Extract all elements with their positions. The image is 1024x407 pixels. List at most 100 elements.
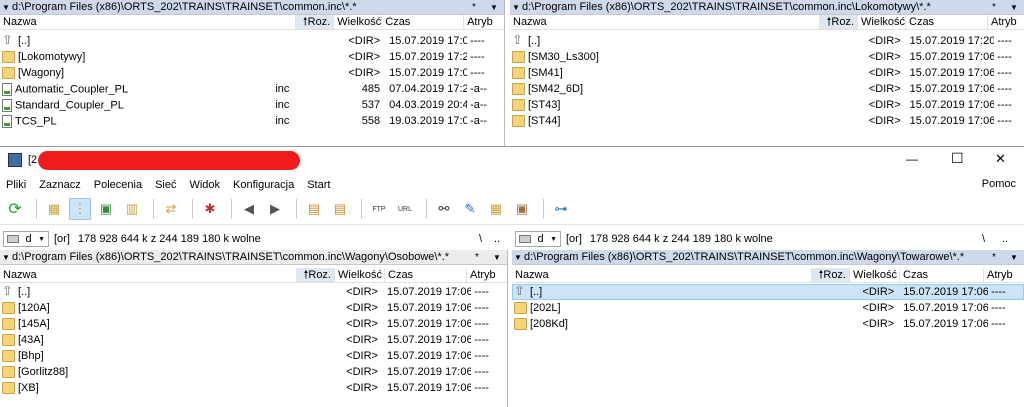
col-size[interactable]: Wielkość [858, 15, 906, 29]
col-ext[interactable]: 🠕Roz. [297, 268, 335, 282]
file-row[interactable]: [SM30_Ls300] <DIR> 15.07.2019 17:06 ---- [510, 49, 1024, 65]
history-dropdown-button[interactable]: ▼ [487, 253, 507, 262]
file-row[interactable]: [XB] <DIR> 15.07.2019 17:06 ---- [0, 380, 507, 396]
file-row[interactable]: [145A] <DIR> 15.07.2019 17:06 ---- [0, 316, 507, 332]
file-row[interactable]: [43A] <DIR> 15.07.2019 17:06 ---- [0, 332, 507, 348]
file-row[interactable]: [202L] <DIR> 15.07.2019 17:06 ---- [512, 300, 1024, 316]
sync-dirs-icon[interactable]: ▦ [485, 198, 507, 220]
drive-label: [or] [566, 233, 582, 245]
file-row[interactable]: [208Kd] <DIR> 15.07.2019 17:06 ---- [512, 316, 1024, 332]
parent-button[interactable]: .. [1002, 233, 1008, 245]
path-arrow-icon: ▼ [512, 2, 520, 12]
forward-arrow-icon[interactable]: ▶ [264, 198, 286, 220]
file-row[interactable]: [ST43] <DIR> 15.07.2019 17:06 ---- [510, 97, 1024, 113]
col-date[interactable]: Czas [900, 268, 984, 282]
file-row[interactable]: [Gorlitz88] <DIR> 15.07.2019 17:06 ---- [0, 364, 507, 380]
file-row[interactable]: [120A] <DIR> 15.07.2019 17:06 ---- [0, 300, 507, 316]
title-bar[interactable]: [2 — ☐ ✕ [0, 146, 1024, 174]
col-attr[interactable]: Atryb [467, 268, 507, 282]
menu-help[interactable]: Pomoc [982, 178, 1016, 190]
compare-dirs-icon[interactable]: ⇄ [160, 198, 182, 220]
full-view-icon[interactable]: ⋮ [69, 198, 91, 220]
col-attr[interactable]: Atryb [464, 15, 504, 29]
menu-item[interactable]: Start [307, 179, 330, 191]
search-binoculars-icon[interactable]: ⚯ [433, 198, 455, 220]
col-date[interactable]: Czas [906, 15, 988, 29]
col-name[interactable]: Nazwa [510, 15, 820, 29]
path-bar[interactable]: ▼ d:\Program Files (x86)\ORTS_202\TRAINS… [512, 250, 1024, 265]
col-attr[interactable]: Atryb [988, 15, 1024, 29]
col-date[interactable]: Czas [382, 15, 465, 29]
star-button[interactable]: * [467, 252, 487, 263]
path-text: d:\Program Files (x86)\ORTS_202\TRAINS\T… [524, 251, 965, 263]
file-attr: -a-- [470, 83, 488, 95]
star-button[interactable]: * [984, 252, 1004, 263]
history-dropdown-button[interactable]: ▼ [484, 3, 504, 12]
close-button[interactable]: ✕ [995, 151, 1006, 167]
path-bar[interactable]: ▼ d:\Program Files (x86)\ORTS_202\TRAINS… [510, 0, 1024, 15]
col-attr[interactable]: Atryb [984, 268, 1024, 282]
ftp-connect-icon[interactable]: FTP [368, 198, 390, 220]
file-row[interactable]: [SM42_6D] <DIR> 15.07.2019 17:06 ---- [510, 81, 1024, 97]
history-dropdown-button[interactable]: ▼ [1004, 253, 1024, 262]
path-bar[interactable]: ▼ d:\Program Files (x86)\ORTS_202\TRAINS… [0, 250, 507, 265]
menu-item[interactable]: Pliki [6, 179, 26, 191]
history-dropdown-button[interactable]: ▼ [1004, 3, 1024, 12]
col-name[interactable]: Nazwa [0, 268, 297, 282]
file-row[interactable]: [..] <DIR> 15.07.2019 17:20---- [510, 33, 1024, 49]
folder-icon [512, 115, 525, 128]
file-row[interactable]: TCS_PL inc 558 19.03.2019 17:04 -a-- [0, 113, 504, 129]
network-icon[interactable]: ⊶ [550, 198, 572, 220]
file-row[interactable]: [Lokomotywy] <DIR> 15.07.2019 17:20 ---- [0, 49, 504, 65]
back-arrow-icon[interactable]: ◀ [238, 198, 260, 220]
notepad-icon[interactable]: ▣ [511, 198, 533, 220]
drive-selector[interactable]: d ▼ [3, 231, 49, 247]
menu-item[interactable]: Polecenia [94, 179, 142, 191]
file-list: [..]<DIR>15.07.2019 17:06----[120A]<DIR>… [0, 283, 507, 396]
col-ext[interactable]: 🠕Roz. [820, 15, 858, 29]
col-size[interactable]: Wielkość [335, 268, 385, 282]
file-row[interactable]: Standard_Coupler_PL inc 537 04.03.2019 20:4… [0, 97, 504, 113]
menu-item[interactable]: Sieć [155, 179, 176, 191]
invert-selection-icon[interactable]: ✱ [199, 198, 221, 220]
menu-item[interactable]: Konfiguracja [233, 179, 294, 191]
star-button[interactable]: * [984, 2, 1004, 13]
path-bar[interactable]: ▼ d:\Program Files (x86)\ORTS_202\TRAINS… [0, 0, 504, 15]
file-row[interactable]: [ST44] <DIR> 15.07.2019 17:06 ---- [510, 113, 1024, 129]
col-name[interactable]: Nazwa [0, 15, 297, 29]
drive-selector[interactable]: d ▼ [515, 231, 561, 247]
file-attr: ---- [474, 318, 489, 330]
root-button[interactable]: \ [982, 233, 985, 245]
tree-view-icon[interactable]: ▥ [121, 198, 143, 220]
file-row[interactable]: [..] <DIR> 15.07.2019 17:06---- [0, 284, 507, 300]
minimize-button[interactable]: — [906, 152, 918, 166]
parent-button[interactable]: .. [494, 233, 500, 245]
file-row[interactable]: Automatic_Coupler_PL inc 485 07.04.2019 17:… [0, 81, 504, 97]
file-row[interactable]: [Wagony] <DIR> 15.07.2019 17:06 ---- [0, 65, 504, 81]
file-row[interactable]: [Bhp] <DIR> 15.07.2019 17:06 ---- [0, 348, 507, 364]
folder-icon [512, 99, 525, 112]
path-arrow-icon: ▼ [2, 2, 10, 12]
menu-item[interactable]: Widok [189, 179, 220, 191]
thumbnail-view-icon[interactable]: ▣ [95, 198, 117, 220]
file-date: 15.07.2019 17:06 [903, 286, 989, 298]
root-button[interactable]: \ [479, 233, 482, 245]
url-connect-icon[interactable]: URL [394, 198, 416, 220]
file-row[interactable]: [SM41] <DIR> 15.07.2019 17:06 ---- [510, 65, 1024, 81]
file-row[interactable]: [..] <DIR> 15.07.2019 17:06---- [512, 284, 1024, 300]
star-button[interactable]: * [464, 2, 484, 13]
col-size[interactable]: Wielkość [850, 268, 900, 282]
unpack-icon[interactable]: ▤ [329, 198, 351, 220]
col-ext[interactable]: 🠕Roz. [812, 268, 850, 282]
menu-item[interactable]: Zaznacz [39, 179, 81, 191]
maximize-button[interactable]: ☐ [951, 150, 964, 167]
multi-rename-icon[interactable]: ✎ [459, 198, 481, 220]
refresh-icon[interactable]: ⟳ [4, 198, 26, 220]
file-row[interactable]: [..] <DIR> 15.07.2019 17:06---- [0, 33, 504, 49]
col-ext[interactable]: 🠕Roz. [296, 15, 335, 29]
col-date[interactable]: Czas [385, 268, 467, 282]
brief-view-icon[interactable]: ▦ [43, 198, 65, 220]
col-name[interactable]: Nazwa [512, 268, 812, 282]
pack-icon[interactable]: ▤ [303, 198, 325, 220]
col-size[interactable]: Wielkość [334, 15, 383, 29]
